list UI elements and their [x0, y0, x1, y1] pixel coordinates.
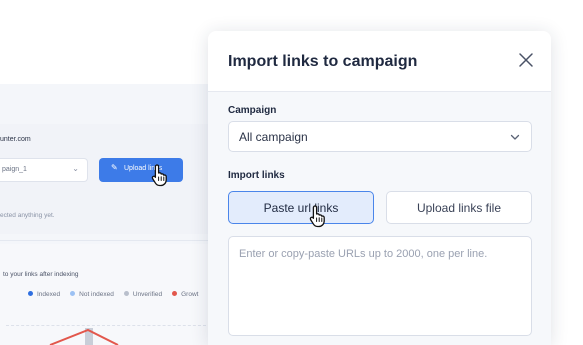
background-upload-links-label: Upload links	[124, 165, 163, 172]
background-campaign-select[interactable]: paign_1 ⌄	[0, 158, 88, 182]
legend-dot-icon	[28, 291, 33, 296]
background-divider	[0, 240, 215, 241]
tab-upload-links-file[interactable]: Upload links file	[386, 191, 532, 224]
background-campaign-select-value: paign_1	[2, 166, 27, 173]
background-chart-title: to your links after indexing	[3, 271, 79, 278]
import-links-modal: Import links to campaign Campaign All ca…	[208, 31, 551, 345]
tab-paste-url-links[interactable]: Paste url links	[228, 191, 374, 224]
tab-paste-url-links-label: Paste url links	[263, 201, 339, 215]
tab-upload-links-file-label: Upload links file	[416, 201, 502, 215]
chevron-down-icon: ⌄	[72, 164, 79, 173]
modal-header: Import links to campaign	[208, 31, 551, 91]
pencil-icon: ✎	[111, 163, 118, 172]
close-icon	[519, 53, 533, 67]
legend-item-growth: Growt	[172, 291, 198, 298]
legend-dot-icon	[123, 291, 129, 296]
campaign-select-value: All campaign	[239, 130, 308, 144]
campaign-label: Campaign	[228, 105, 277, 116]
legend-item-indexed: Indexed	[28, 291, 60, 298]
background-domain-text: unter.com	[0, 136, 31, 143]
legend-dot-icon	[172, 291, 178, 296]
campaign-select[interactable]: All campaign	[228, 121, 532, 152]
import-links-label: Import links	[228, 170, 285, 181]
background-upload-links-button[interactable]: ✎ Upload links	[99, 158, 183, 182]
legend-item-unverified: Unverified	[123, 291, 162, 298]
chevron-down-icon	[510, 134, 520, 140]
background-empty-state-text: ected anything yet.	[0, 212, 55, 219]
urls-textarea[interactable]	[228, 236, 532, 336]
legend-dot-icon	[70, 291, 76, 296]
modal-title: Import links to campaign	[228, 53, 418, 70]
legend-item-not-indexed: Not indexed	[70, 291, 114, 298]
background-chart-legend: Indexed Not indexed Unverified Growt	[28, 291, 198, 298]
close-button[interactable]	[517, 51, 535, 69]
background-chart-line	[49, 328, 119, 345]
